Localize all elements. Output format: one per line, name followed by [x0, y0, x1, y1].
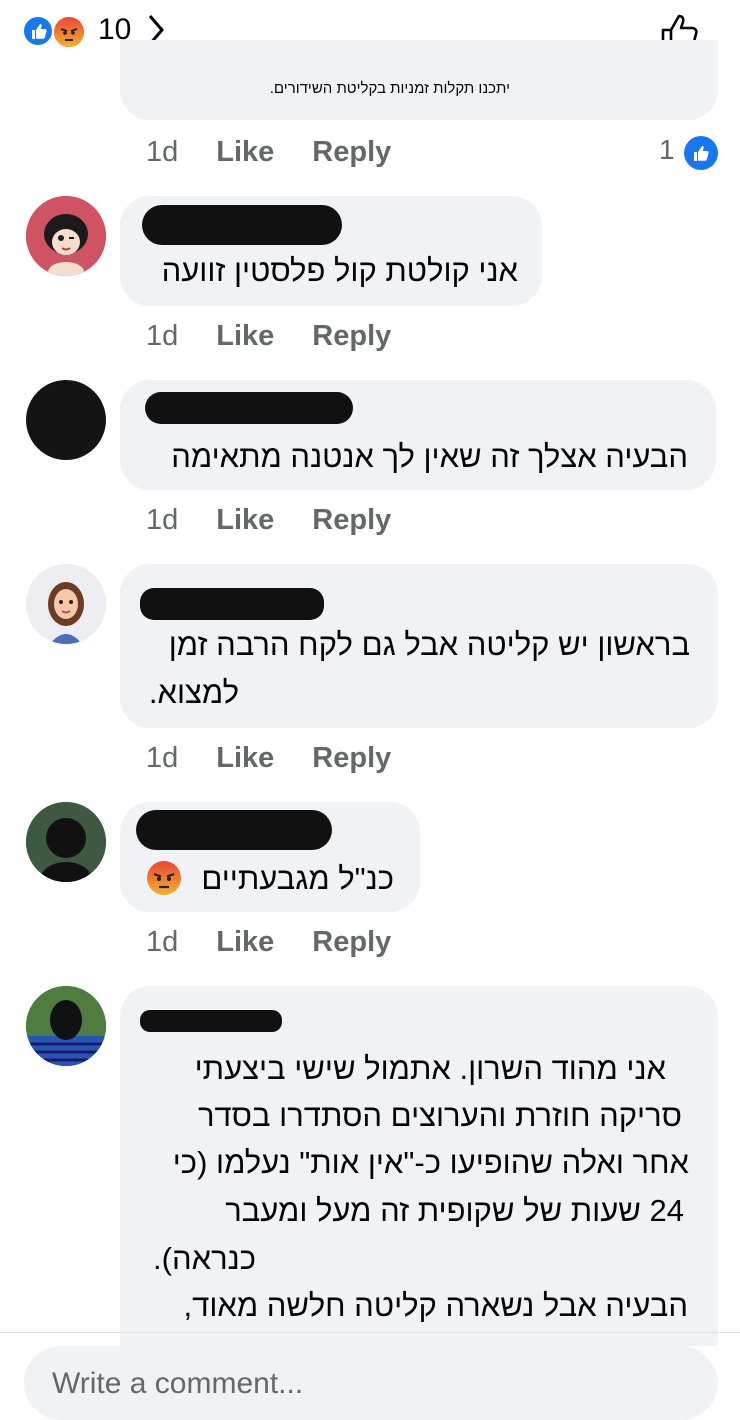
composer-divider	[0, 1332, 740, 1333]
comment-actions: 1d Like Reply	[146, 504, 429, 537]
comment-text-line: למצוא.	[148, 675, 239, 710]
comment-text-line: 24 שעות של שקופית זה מעל ומעבר	[225, 1193, 684, 1228]
reply-button[interactable]: Reply	[312, 320, 391, 353]
comment-like-count: 1	[659, 134, 675, 165]
comment-text-line: הבעיה אבל נשארה קליטה חלשה מאוד,	[183, 1288, 688, 1323]
comment-time: 1d	[146, 926, 179, 958]
avatar[interactable]	[26, 986, 106, 1066]
redacted-author-name	[142, 205, 342, 245]
avatar[interactable]	[26, 196, 106, 276]
like-button[interactable]: Like	[216, 136, 274, 169]
comment-actions: 1d Like Reply	[146, 320, 429, 353]
angry-reaction-icon	[52, 15, 86, 49]
comment-text-line: אני מהוד השרון. אתמול שישי ביצעתי	[194, 1051, 666, 1086]
comment-actions: 1d Like Reply	[146, 742, 429, 775]
redacted-author-name	[136, 810, 332, 850]
comment-text-line: אחר ואלה שהופיעו כ-"אין אות" נעלמו (כי	[172, 1145, 689, 1180]
comment-text-line: כנראה).	[153, 1241, 256, 1276]
person-avatar-icon	[26, 986, 106, 1066]
comment-text: אני קולטת קול פלסטין זוועה	[161, 253, 518, 288]
redacted-author-name	[140, 1010, 282, 1032]
avatar[interactable]	[26, 564, 106, 644]
comment-time: 1d	[146, 742, 179, 774]
like-badge-icon	[684, 136, 718, 170]
woman-avatar-icon	[26, 564, 106, 644]
reply-button[interactable]: Reply	[312, 742, 391, 775]
avatar[interactable]	[26, 380, 106, 460]
like-button[interactable]: Like	[216, 742, 274, 775]
like-button[interactable]: Like	[216, 926, 274, 959]
avatar[interactable]	[26, 802, 106, 882]
like-button[interactable]: Like	[216, 320, 274, 353]
comment-text-line: סריקה חוזרת והערוצים הסתדרו בסדר	[197, 1098, 682, 1133]
comment-actions: 1d Like Reply	[146, 926, 429, 959]
comment-text-line: בראשון יש קליטה אבל גם לקח הרבה זמן	[168, 627, 690, 662]
redacted-author-name	[140, 588, 324, 620]
comment-input[interactable]	[50, 1360, 694, 1408]
comment-time: 1d	[146, 320, 179, 352]
person-avatar-icon	[26, 802, 106, 882]
comment-text: כנ"ל מגבעתיים	[201, 861, 394, 896]
redacted-author-name	[145, 392, 353, 424]
comment-text: הבעיה אצלך זה שאין לך אנטנה מתאימה	[171, 439, 688, 474]
comment-time: 1d	[146, 504, 179, 536]
angry-emoji-icon	[147, 861, 181, 895]
comment-time: 1d	[146, 136, 179, 168]
reply-button[interactable]: Reply	[312, 504, 391, 537]
comment-text-previous: יתכנו תקלות זמניות בקליטת השידורים.	[269, 80, 510, 97]
reply-button[interactable]: Reply	[312, 926, 391, 959]
comment-actions-previous: 1d Like Reply	[146, 136, 429, 169]
like-reaction-icon	[22, 15, 54, 47]
reply-button[interactable]: Reply	[312, 136, 391, 169]
cartoon-avatar-icon	[26, 196, 106, 276]
comment-composer[interactable]	[24, 1346, 718, 1420]
like-button[interactable]: Like	[216, 504, 274, 537]
